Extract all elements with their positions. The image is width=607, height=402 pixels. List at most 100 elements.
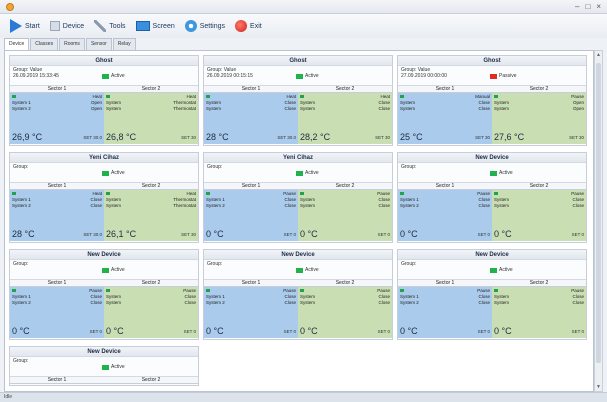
right-row-name: System xyxy=(106,106,122,111)
sector-2-panel[interactable]: Heat System Thermostat System Thermostat… xyxy=(104,93,198,144)
device-card[interactable]: Ghost Group: Value 27.09.2019 00:00:00 P… xyxy=(397,55,587,146)
sector-2-temp: 0 °C SET 0 xyxy=(300,320,390,336)
sector-1-panel[interactable]: Heat System 1 Open System 2 Open 26,9 °C… xyxy=(10,93,104,144)
device-label: Device xyxy=(62,22,85,30)
status-badge: Active xyxy=(102,170,125,176)
temperature-value: 28,2 °C xyxy=(300,132,331,142)
close-button[interactable]: × xyxy=(596,2,601,11)
sector-1-temp: 26,9 °C SET 30.0 xyxy=(12,126,102,142)
status-indicator-icon xyxy=(102,267,109,273)
temperature-value: 0 °C xyxy=(106,326,124,336)
sector-2-panel[interactable]: Pause System Close System Close 0 °C SET… xyxy=(492,190,586,241)
sector-1-panel[interactable]: Pause System 1 Close System 2 Close 0 °C… xyxy=(204,190,298,241)
start-button[interactable]: Start xyxy=(10,19,40,33)
exit-button[interactable]: Exit xyxy=(235,20,262,32)
group-label: Group: xyxy=(13,164,29,170)
tools-icon xyxy=(94,20,107,32)
temperature-value: 0 °C xyxy=(206,229,224,239)
device-card[interactable]: New Device Group: Active Sector 1 Sector… xyxy=(9,249,199,340)
led-icon xyxy=(106,289,110,292)
status-text: Active xyxy=(111,170,125,176)
temperature-value: 25 °C xyxy=(400,132,423,142)
device-card[interactable]: New Device Group: Active Sector 1 Sector… xyxy=(203,249,393,340)
sector-1-label: Sector 1 xyxy=(47,377,67,383)
setpoint-value: SET 30 xyxy=(181,232,196,237)
temperature-value: 0 °C xyxy=(400,229,418,239)
tab-sensor[interactable]: Sensor xyxy=(85,38,112,50)
maximize-button[interactable]: □ xyxy=(585,2,590,11)
setpoint-value: SET 30.0 xyxy=(277,135,296,140)
sector-1-label: Sector 1 xyxy=(241,280,261,286)
setpoint-value: SET 30.0 xyxy=(83,135,102,140)
led-icon xyxy=(494,192,498,195)
temperature-value: 0 °C xyxy=(12,326,30,336)
group-label: Group: xyxy=(401,261,417,267)
setpoint-value: SET 0 xyxy=(183,329,196,334)
sector-1-panel[interactable]: Pause System 1 Close System 2 Close 0 °C… xyxy=(10,287,104,338)
tab-classes[interactable]: Classes xyxy=(30,38,59,50)
sector-1-panel[interactable]: Heat System Close System Close 28 °C SET… xyxy=(204,93,298,144)
setpoint-value: SET 30 xyxy=(475,135,490,140)
device-card[interactable]: Yeni Cihaz Group: Active Sector 1 Sector… xyxy=(203,152,393,243)
device-card[interactable]: New Device Group: Active Sector 1 Sector… xyxy=(397,249,587,340)
sector-1-panel[interactable]: Pause System 1 Close System 2 Close 0 °C… xyxy=(398,190,492,241)
device-button[interactable]: Device xyxy=(49,21,85,31)
sector-1-panel[interactable]: Manual System Close System Close 25 °C S… xyxy=(398,93,492,144)
title-bar: – □ × xyxy=(0,0,607,14)
vertical-scrollbar[interactable]: ▲ ▼ xyxy=(594,50,603,392)
sector-2-temp: 0 °C SET 0 xyxy=(300,223,390,239)
right-row-state: Close xyxy=(378,300,390,305)
settings-button[interactable]: Settings xyxy=(184,20,225,32)
sector-1-panel[interactable]: Pause System 1 Close System 2 Close 0 °C… xyxy=(398,287,492,338)
sector-2-panel[interactable]: Pause System Close System Close 0 °C SET… xyxy=(298,287,392,338)
device-card[interactable]: Yeni Cihaz Group: Active Sector 1 Sector… xyxy=(9,152,199,243)
temperature-value: 26,8 °C xyxy=(106,132,137,142)
device-card[interactable]: Ghost Group: Value 26.09.2019 00:15:15 A… xyxy=(203,55,393,146)
scroll-down-icon[interactable]: ▼ xyxy=(596,384,601,390)
left-row-state: Close xyxy=(478,106,490,111)
setpoint-value: SET 0 xyxy=(283,232,296,237)
status-text: Passive xyxy=(499,73,517,79)
sector-1-label: Sector 1 xyxy=(435,86,455,92)
device-panel: Ghost Group: Value 26.09.2019 15:33:45 A… xyxy=(4,50,594,392)
sector-1-temp: 0 °C SET 0 xyxy=(206,223,296,239)
sector-1-panel[interactable]: Heat System 1 Close System 2 Close 28 °C… xyxy=(10,190,104,241)
scroll-up-icon[interactable]: ▲ xyxy=(596,52,601,58)
tab-rooms[interactable]: Rooms xyxy=(59,38,85,50)
screen-button[interactable]: Screen xyxy=(135,21,175,31)
device-grid: Ghost Group: Value 26.09.2019 15:33:45 A… xyxy=(9,55,587,386)
led-icon xyxy=(300,95,304,98)
sector-2-panel[interactable]: Pause System Close System Close 0 °C SET… xyxy=(104,287,198,338)
sector-2-panel[interactable]: Heat System Close System Close 28,2 °C S… xyxy=(298,93,392,144)
tools-button[interactable]: Tools xyxy=(94,20,126,32)
sector-1-panel[interactable]: Pause System 1 Close System 2 Close 0 °C… xyxy=(204,287,298,338)
sector-1-label: Sector 1 xyxy=(241,86,261,92)
sector-2-label: Sector 2 xyxy=(529,280,549,286)
tab-device[interactable]: Device xyxy=(4,38,30,50)
sector-2-panel[interactable]: Heat System Thermostat System Thermostat… xyxy=(104,190,198,241)
right-row-name: System xyxy=(300,300,316,305)
sector-panels: Pause System 1 Close System 2 Close 0 °C… xyxy=(204,287,392,338)
app-icon xyxy=(6,3,14,11)
left-row-name: System 2 xyxy=(12,106,31,111)
sector-2-panel[interactable]: Pause System Close System Close 0 °C SET… xyxy=(298,190,392,241)
device-card[interactable]: Ghost Group: Value 26.09.2019 15:33:45 A… xyxy=(9,55,199,146)
right-row-state: Thermostat xyxy=(173,203,196,208)
led-icon xyxy=(400,95,404,98)
device-card[interactable]: New Device Group: Active Sector 1 Sector… xyxy=(9,346,199,386)
setpoint-value: SET 0 xyxy=(377,329,390,334)
tab-relay[interactable]: Relay xyxy=(112,38,136,50)
temperature-value: 0 °C xyxy=(300,326,318,336)
left-row: System Close xyxy=(400,106,490,112)
sector-panels: Pause System 1 Close System 2 Close 0 °C… xyxy=(204,190,392,241)
sector-2-panel[interactable]: Pause System Close System Close 0 °C SET… xyxy=(492,287,586,338)
sector-2-temp: 26,8 °C SET 30 xyxy=(106,126,196,142)
minimize-button[interactable]: – xyxy=(575,2,579,11)
sector-1-label: Sector 1 xyxy=(435,280,455,286)
status-text: Idle xyxy=(4,394,13,400)
setpoint-value: SET 0 xyxy=(571,232,584,237)
left-row-name: System 2 xyxy=(12,203,31,208)
scroll-thumb[interactable] xyxy=(596,63,601,363)
device-card[interactable]: New Device Group: Active Sector 1 Sector… xyxy=(397,152,587,243)
sector-2-panel[interactable]: Pause System Open System Open 27,6 °C SE… xyxy=(492,93,586,144)
